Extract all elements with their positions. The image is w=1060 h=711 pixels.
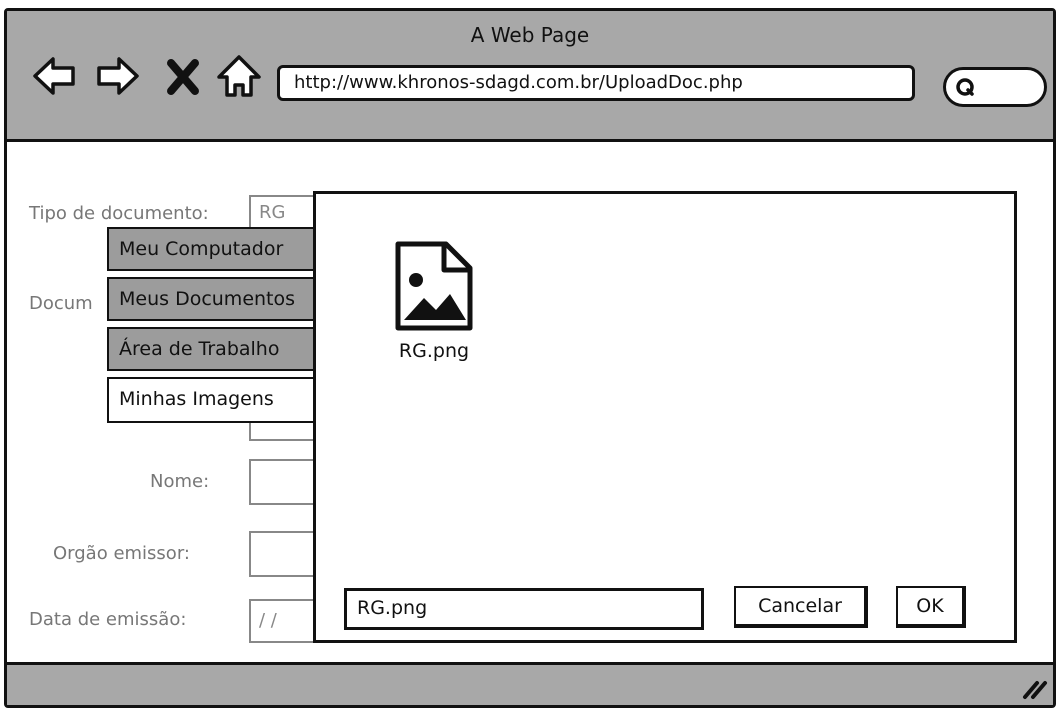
location-my-documents[interactable]: Meus Documentos [107, 277, 317, 321]
home-icon[interactable] [215, 53, 263, 99]
status-bar [7, 662, 1053, 705]
location-my-computer[interactable]: Meu Computador [107, 227, 317, 271]
browser-toolbar: A Web Page http://www.khronos-sdagd.com.… [7, 11, 1053, 142]
ok-button[interactable]: OK [896, 586, 966, 628]
browser-window: A Web Page http://www.khronos-sdagd.com.… [4, 8, 1056, 708]
search-icon [956, 78, 974, 96]
name-label: Nome: [150, 471, 210, 492]
location-desktop[interactable]: Área de Trabalho [107, 327, 317, 371]
page-title: A Web Page [470, 23, 590, 47]
file-item[interactable]: RG.png [388, 240, 480, 362]
file-dialog: RG.png RG.png Cancelar OK [313, 191, 1017, 643]
image-file-icon [395, 241, 473, 331]
cancel-button[interactable]: Cancelar [734, 586, 868, 628]
stop-icon[interactable] [163, 53, 203, 99]
document-label: Docum [29, 293, 93, 314]
issuer-label: Orgão emissor: [53, 543, 190, 564]
issue-date-label: Data de emissão: [29, 609, 187, 630]
url-input[interactable]: http://www.khronos-sdagd.com.br/UploadDo… [277, 65, 915, 101]
filename-input[interactable]: RG.png [344, 588, 704, 630]
file-name: RG.png [398, 340, 470, 362]
back-icon[interactable] [31, 53, 77, 99]
search-box[interactable] [943, 67, 1047, 107]
document-type-label: Tipo de documento: [29, 203, 209, 224]
resize-grip-icon[interactable] [1019, 671, 1049, 701]
location-my-images[interactable]: Minhas Imagens [107, 377, 317, 423]
forward-icon[interactable] [95, 53, 141, 99]
